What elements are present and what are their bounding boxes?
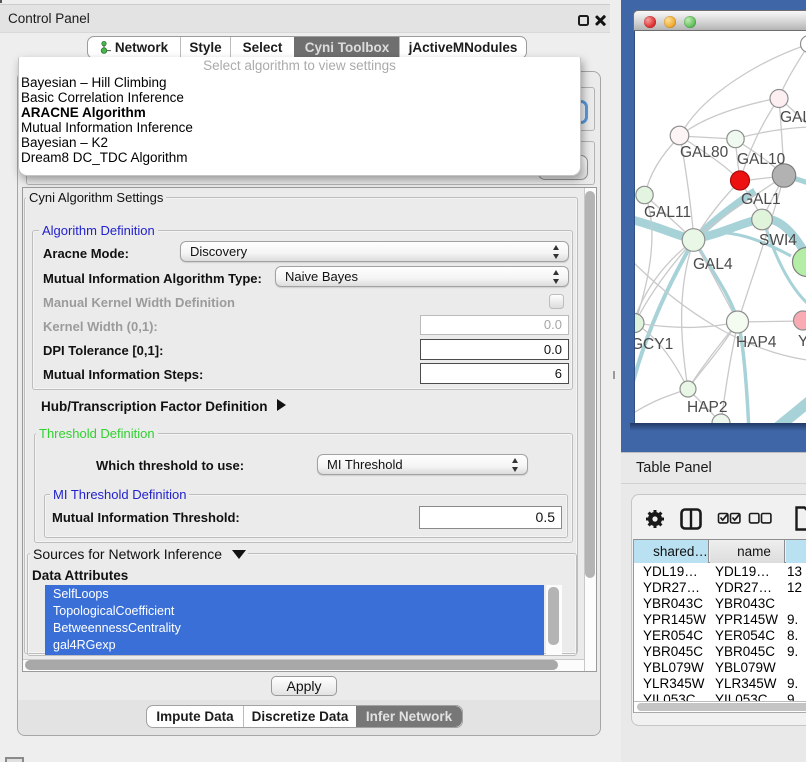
svg-text:GAL80: GAL80 <box>680 144 729 161</box>
svg-text:HAP4: HAP4 <box>736 334 777 351</box>
svg-text:SWI4: SWI4 <box>759 232 797 249</box>
svg-text:GAL1: GAL1 <box>741 191 781 208</box>
svg-text:GCY1: GCY1 <box>635 336 673 353</box>
svg-text:GAL11: GAL11 <box>644 204 691 221</box>
svg-text:GAL8: GAL8 <box>780 109 806 126</box>
svg-text:GAL10: GAL10 <box>737 151 786 168</box>
svg-text:GAL4: GAL4 <box>693 256 733 273</box>
svg-text:Y: Y <box>798 333 806 350</box>
svg-text:HAP2: HAP2 <box>687 399 728 416</box>
